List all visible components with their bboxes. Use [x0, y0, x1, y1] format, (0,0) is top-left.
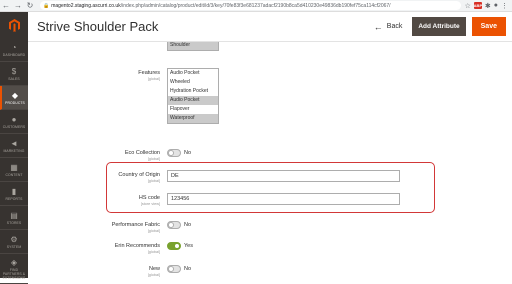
toggle-knob	[168, 266, 174, 272]
sidebar-item-label: Stores	[6, 220, 22, 225]
sidebar-item-label: Marketing	[3, 148, 25, 153]
country-of-origin-input[interactable]: DE	[167, 170, 400, 182]
features-scope: [global]	[147, 77, 160, 81]
magento-logo[interactable]	[0, 12, 28, 38]
page-title: Strive Shoulder Pack	[37, 19, 159, 34]
performance-fabric-scope: [global]	[147, 229, 160, 233]
eco-collection-scope: [global]	[147, 157, 160, 161]
toggle-knob	[174, 243, 180, 249]
toggle-knob	[168, 222, 174, 228]
erin-recommends-toggle[interactable]	[167, 242, 181, 250]
gear-icon: ⚙	[10, 234, 18, 244]
save-button[interactable]: Save	[471, 17, 506, 36]
back-label: Back	[386, 23, 403, 30]
sidebar-item-customers[interactable]: ● Customers	[0, 110, 28, 134]
multiselect-option[interactable]: Flapover	[168, 105, 218, 114]
new-toggle[interactable]	[167, 265, 181, 273]
sidebar-item-label: Customers	[2, 124, 26, 129]
strap-multiselect[interactable]: Shoulder	[167, 42, 219, 51]
forward-arrow-icon[interactable]: →	[12, 0, 24, 12]
features-multiselect[interactable]: Audio Pocket Wheeled Hydration Pocket Audio…	[167, 68, 219, 124]
features-label: Features	[138, 70, 160, 76]
product-form: Shoulder Features [global] Audio Pocket W…	[28, 42, 512, 278]
sidebar-item-label: Dashboard	[2, 52, 26, 57]
erin-recommends-value: Yes	[184, 243, 193, 249]
sidebar-item-system[interactable]: ⚙ System	[0, 230, 28, 254]
new-value: No	[184, 266, 192, 272]
store-icon: ▤	[10, 210, 18, 220]
sidebar-item-marketing[interactable]: ◄ Marketing	[0, 134, 28, 158]
cube-icon: ◆	[11, 90, 19, 100]
sidebar-item-reports[interactable]: ▮ Reports	[0, 182, 28, 206]
new-label: New	[148, 266, 160, 272]
back-arrow-icon[interactable]: ←	[0, 0, 12, 12]
sidebar-item-label: Reports	[5, 196, 23, 201]
arrow-left-icon: ←	[373, 21, 383, 32]
megaphone-icon: ◄	[10, 138, 18, 148]
puzzle-icon[interactable]: ✱	[485, 2, 491, 10]
content-icon: ▦	[10, 162, 18, 172]
reports-icon: ▮	[11, 186, 17, 196]
country-of-origin-scope: [global]	[147, 179, 160, 183]
sidebar-item-sales[interactable]: $ Sales	[0, 62, 28, 86]
multiselect-option[interactable]: Hydration Pocket	[168, 87, 218, 96]
hs-code-label: HS code	[138, 195, 160, 201]
new-scope: [global]	[147, 273, 160, 277]
adblock-extension-icon[interactable]: ABP	[474, 2, 482, 9]
multiselect-option[interactable]: Waterproof	[168, 114, 218, 123]
user-icon: ●	[11, 114, 17, 124]
browser-toolbar: ← → ↻ 🔒 magento2.staging.ascurri.co.uk /…	[0, 0, 512, 12]
erin-recommends-label: Erin Recommends	[114, 243, 160, 249]
admin-sidebar: ◔ Dashboard $ Sales ◆ Products ● Customers ◄ Mark…	[0, 12, 28, 284]
multiselect-option[interactable]: Audio Pocket	[168, 69, 218, 78]
erin-recommends-scope: [global]	[147, 250, 160, 254]
multiselect-option[interactable]: Wheeled	[168, 78, 218, 87]
add-attribute-button[interactable]: Add Attribute	[412, 17, 466, 36]
page-header: Strive Shoulder Pack ← Back Add Attribut…	[28, 12, 512, 42]
sidebar-item-label: Sales	[8, 76, 20, 81]
sidebar-item-content[interactable]: ▦ Content	[0, 158, 28, 182]
sidebar-item-label: Content	[5, 172, 23, 177]
hs-code-input[interactable]: 123456	[167, 193, 400, 205]
magento-logo-icon	[8, 18, 20, 32]
sidebar-item-find-partners-extensions[interactable]: ◈ Find Partners & Extensions	[0, 254, 28, 284]
eco-collection-toggle[interactable]	[167, 149, 181, 157]
sidebar-item-dashboard[interactable]: ◔ Dashboard	[0, 38, 28, 62]
sidebar-item-products[interactable]: ◆ Products	[0, 86, 28, 110]
toggle-knob	[168, 150, 174, 156]
sidebar-item-label: System	[6, 244, 22, 249]
performance-fabric-value: No	[184, 222, 192, 228]
performance-fabric-toggle[interactable]	[167, 221, 181, 229]
url-path: /index.php/admin/catalog/product/edit/id…	[120, 2, 391, 9]
eco-collection-value: No	[184, 150, 192, 156]
sidebar-item-label: Products	[5, 100, 25, 105]
profile-icon[interactable]: ●	[494, 2, 498, 9]
address-bar[interactable]: 🔒 magento2.staging.ascurri.co.uk /index.…	[40, 1, 461, 10]
extensions-icon: ◈	[10, 257, 18, 267]
dashboard-icon: ◔	[11, 42, 17, 52]
performance-fabric-label: Performance Fabric	[111, 222, 160, 228]
menu-dots-icon[interactable]: ⋮	[501, 2, 508, 10]
hs-code-scope: [store view]	[140, 202, 160, 206]
sidebar-item-stores[interactable]: ▤ Stores	[0, 206, 28, 230]
reload-icon[interactable]: ↻	[24, 0, 36, 12]
lock-icon: 🔒	[43, 2, 50, 9]
eco-collection-label: Eco Collection	[124, 150, 160, 156]
multiselect-option[interactable]: Audio Pocket	[168, 96, 218, 105]
star-icon[interactable]: ☆	[465, 2, 471, 10]
dollar-icon: $	[11, 66, 17, 76]
country-of-origin-label: Country of Origin	[118, 172, 160, 178]
url-host: magento2.staging.ascurri.co.uk	[51, 2, 121, 9]
back-button[interactable]: ← Back	[374, 22, 403, 32]
multiselect-option[interactable]: Shoulder	[168, 42, 218, 50]
